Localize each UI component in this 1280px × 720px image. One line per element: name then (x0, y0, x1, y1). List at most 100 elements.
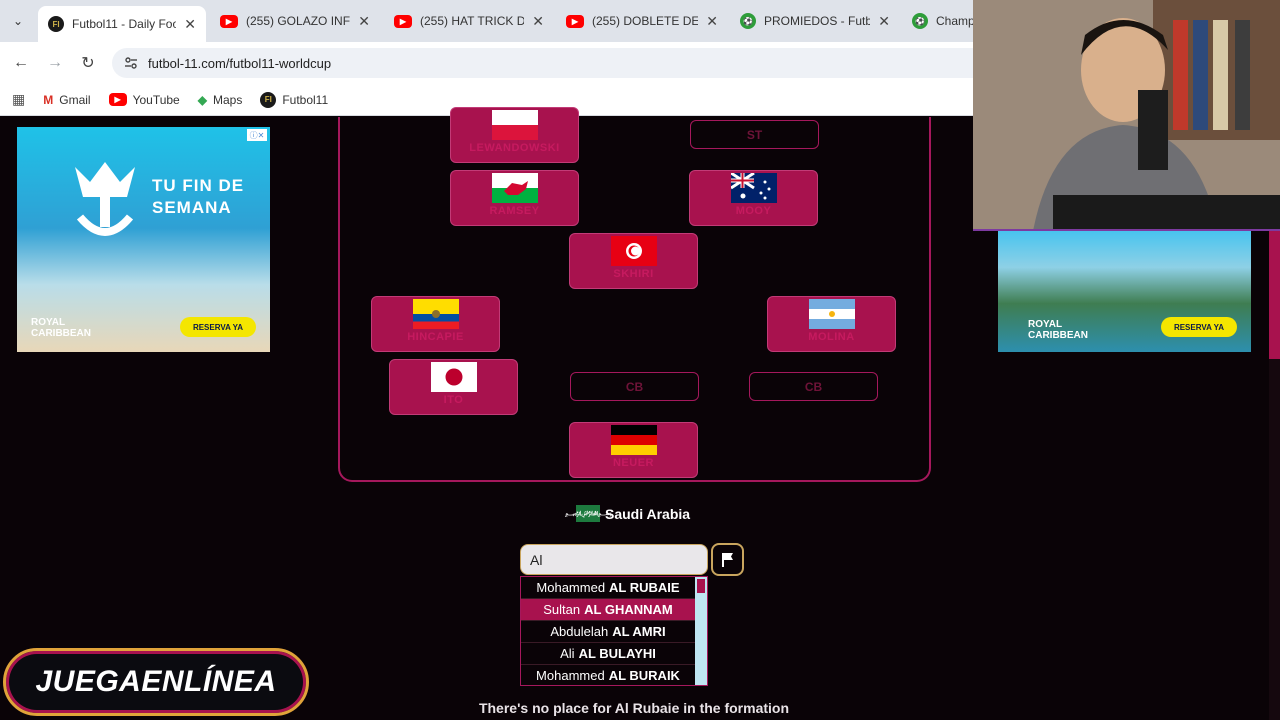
bookmark-futbol11[interactable]: FI Futbol11 (260, 91, 329, 108)
player-name: RAMSEY (489, 205, 540, 217)
tab-promiedos[interactable]: ⚽ PROMIEDOS - Futbol ✕ (730, 6, 900, 36)
ad-info-icon[interactable]: ⓘ✕ (247, 129, 267, 141)
gmail-icon: M (43, 92, 54, 107)
youtube-icon: ▶ (566, 14, 584, 28)
close-icon[interactable]: ✕ (358, 13, 370, 30)
page-scrollbar[interactable] (1269, 359, 1280, 720)
first-name: Mohammed (536, 580, 606, 595)
player-card[interactable]: MOOY (689, 170, 818, 226)
player-card[interactable]: RAMSEY (450, 170, 579, 226)
futbol11-icon: FI (48, 16, 64, 32)
bookmark-gmail[interactable]: M Gmail (43, 93, 90, 107)
close-icon[interactable]: ✕ (706, 13, 718, 30)
player-card[interactable]: ITO (389, 359, 518, 415)
youtube-icon: ▶ (394, 14, 412, 28)
tunisia-flag-icon (610, 236, 657, 266)
player-card[interactable]: HINCAPIE (371, 296, 500, 352)
tab-title: (255) HAT TRICK DE Y (420, 14, 525, 28)
tab-search-chevron-icon[interactable]: ⌄ (6, 10, 30, 32)
last-name: AL BULAYHI (578, 646, 656, 661)
tab-champions[interactable]: ⚽ Champi (902, 6, 974, 36)
player-name: MOOY (735, 205, 772, 217)
suggestion-option[interactable]: Mohammed AL RUBAIE (521, 577, 695, 599)
last-name: AL BURAIK (608, 668, 680, 683)
first-name: Ali (560, 646, 575, 661)
tab-youtube-golazo[interactable]: ▶ (255) GOLAZO INFER ✕ (210, 6, 380, 36)
ad-cta-button[interactable]: RESERVA YA (1161, 317, 1237, 337)
last-name: AL GHANNAM (584, 602, 673, 617)
current-country: ﷽ Saudi Arabia (565, 505, 691, 522)
close-icon[interactable]: ✕ (878, 13, 890, 30)
suggestion-option[interactable]: Mohammed AL BURAIK (521, 665, 695, 685)
player-card[interactable]: SKHIRI (569, 233, 698, 289)
tab-futbol11[interactable]: FI Futbol11 - Daily Foot ✕ (38, 6, 206, 42)
bookmark-label: Futbol11 (282, 92, 329, 107)
player-name: MOLINA (808, 331, 855, 343)
maps-icon: ◆ (197, 92, 207, 107)
player-name: NEUER (612, 457, 654, 469)
country-name: Saudi Arabia (605, 505, 691, 522)
last-name: AL AMRI (612, 624, 666, 639)
suggestion-option[interactable]: Sultan AL GHANNAM (521, 599, 695, 621)
dropdown-scrollbar[interactable] (695, 577, 707, 685)
ad-banner-right[interactable]: ROYAL CARIBBEAN RESERVA YA (998, 231, 1251, 352)
empty-slot-cb[interactable]: CB (570, 372, 699, 401)
give-up-flag-button[interactable] (711, 543, 744, 576)
australia-flag-icon (730, 173, 777, 203)
player-name: SKHIRI (613, 268, 654, 280)
tab-title: Futbol11 - Daily Foot (72, 17, 177, 31)
flag-icon (721, 552, 733, 567)
player-search-input[interactable] (520, 544, 708, 575)
close-icon[interactable]: ✕ (532, 13, 544, 30)
empty-slot-st[interactable]: ST (690, 120, 819, 149)
soccer-ball-icon: ⚽ (912, 13, 928, 29)
bookmark-label: YouTube (132, 92, 180, 107)
suggestion-option[interactable]: Ali AL BULAYHI (521, 643, 695, 665)
bookmark-label: Maps (212, 92, 243, 107)
youtube-icon: ▶ (220, 14, 238, 28)
ad-headline: TU FIN DE SEMANA (152, 176, 245, 217)
player-name: HINCAPIE (407, 331, 464, 343)
germany-flag-icon (610, 425, 657, 455)
ad-cta-button[interactable]: RESERVA YA (180, 317, 256, 337)
ad-banner-left[interactable]: TU FIN DE SEMANA ROYAL CARIBBEAN RESERVA… (17, 127, 270, 352)
player-card[interactable]: LEWANDOWSKI (450, 107, 579, 163)
ecuador-flag-icon (412, 299, 459, 329)
soccer-ball-icon: ⚽ (740, 13, 756, 29)
tab-youtube-hattrick[interactable]: ▶ (255) HAT TRICK DE Y ✕ (384, 6, 554, 36)
streamer-webcam-image (973, 0, 1280, 229)
suggestion-option[interactable]: Abdulelah AL AMRI (521, 621, 695, 643)
player-card[interactable]: MOLINA (767, 296, 896, 352)
page-scrollbar-accent (1269, 231, 1280, 359)
argentina-flag-icon (808, 299, 855, 329)
close-icon[interactable]: ✕ (184, 16, 196, 33)
tab-title: PROMIEDOS - Futbol (764, 14, 870, 28)
bookmark-youtube[interactable]: ▶ YouTube (108, 92, 180, 107)
japan-flag-icon (430, 362, 477, 392)
back-arrow-icon[interactable]: ← (10, 52, 32, 74)
first-name: Sultan (543, 602, 581, 617)
empty-slot-cb[interactable]: CB (749, 372, 878, 401)
poland-flag-icon (491, 110, 538, 140)
player-name: LEWANDOWSKI (469, 142, 560, 154)
tab-youtube-doblete[interactable]: ▶ (255) DOBLETE DE KA ✕ (556, 6, 728, 36)
tab-title: Champi (936, 14, 974, 28)
webcam-overlay (973, 0, 1280, 231)
bookmark-maps[interactable]: ◆ Maps (198, 93, 243, 107)
site-info-icon[interactable] (124, 56, 138, 70)
player-card[interactable]: NEUER (569, 422, 698, 478)
tab-title: (255) GOLAZO INFER (246, 14, 351, 28)
apps-grid-icon[interactable]: ▦ (12, 91, 25, 108)
wales-flag-icon (491, 173, 538, 203)
first-name: Abdulelah (550, 624, 609, 639)
suggestion-dropdown: Mohammed AL RUBAIE Sultan AL GHANNAM Abdul… (520, 576, 708, 686)
dropdown-scrollbar-thumb[interactable] (697, 579, 705, 593)
last-name: AL RUBAIE (609, 580, 680, 595)
reload-icon[interactable]: ↻ (77, 52, 99, 74)
ad-brand: ROYAL CARIBBEAN (1028, 319, 1088, 341)
url-text: futbol-11.com/futbol11-worldcup (148, 55, 332, 71)
forward-arrow-icon[interactable]: → (44, 52, 66, 74)
bookmark-label: Gmail (59, 92, 91, 107)
juegaenlinea-logo: JUEGAENLÍNEA (3, 648, 309, 716)
first-name: Mohammed (536, 668, 605, 683)
